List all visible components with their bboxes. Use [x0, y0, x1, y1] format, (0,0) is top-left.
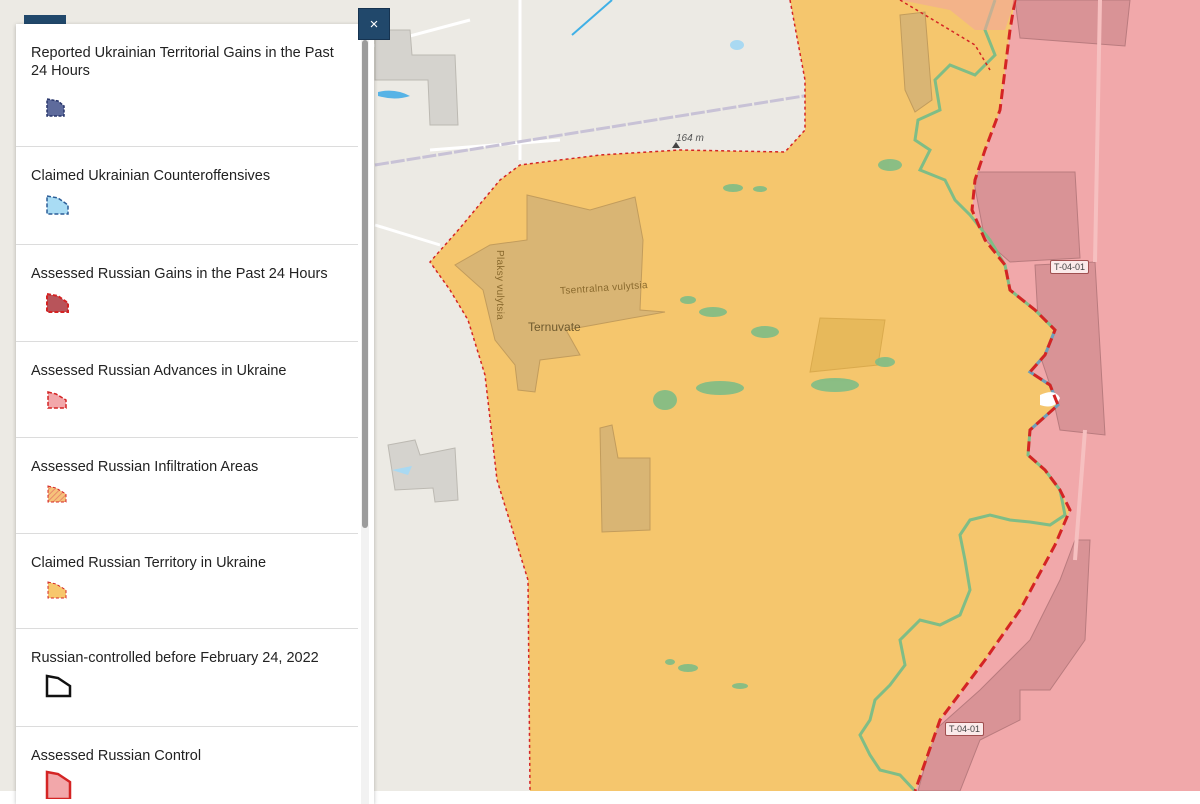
elevation-label: 164 m: [676, 133, 704, 144]
street-label-side: Plaksy vulytsia: [494, 250, 505, 321]
russian-gains-swatch-icon: [46, 292, 69, 313]
legend-scrollbar-thumb[interactable]: [362, 40, 368, 528]
legend-item-pre-2022-control: Russian-controlled before February 24, 2…: [16, 629, 358, 727]
ukrainian-counteroffensive-swatch-icon: [46, 195, 69, 215]
legend-item-label: Assessed Russian Infiltration Areas: [31, 459, 259, 475]
legend-item-label: Claimed Russian Territory in Ukraine: [31, 555, 267, 571]
field-center: [809, 317, 886, 373]
russian-control-swatch-icon: [45, 770, 72, 799]
legend-item-label: Reported Ukrainian Territorial Gains in …: [31, 45, 334, 79]
legend-item-label: Russian-controlled before February 24, 2…: [31, 650, 319, 666]
road-badge-lower: T-04-01: [945, 722, 985, 736]
legend-item-russian-gains: Assessed Russian Gains in the Past 24 Ho…: [16, 245, 358, 342]
layer-toggle-tab[interactable]: [24, 15, 66, 24]
claimed-russian-territory-swatch-icon: [47, 581, 67, 599]
legend-item-ukrainian-gains: Reported Ukrainian Territorial Gains in …: [16, 24, 358, 147]
legend-item-russian-control: Assessed Russian Control: [16, 727, 358, 804]
pond-north: [730, 40, 744, 50]
legend-item-label: Assessed Russian Gains in the Past 24 Ho…: [31, 266, 328, 282]
legend-item-claimed-russian-territory: Claimed Russian Territory in Ukraine: [16, 534, 358, 629]
russian-advances-swatch-icon: [47, 391, 67, 409]
stream-north: [571, 0, 613, 36]
ukrainian-gains-swatch-icon: [46, 98, 65, 117]
legend-item-label: Assessed Russian Control: [31, 748, 202, 764]
legend-item-label: Claimed Ukrainian Counteroffensives: [31, 168, 271, 184]
road-badge-upper: T-04-01: [1050, 260, 1090, 274]
legend-item-russian-advances: Assessed Russian Advances in Ukraine: [16, 342, 358, 438]
pond-west: [378, 90, 410, 99]
legend-item-russian-infiltration: Assessed Russian Infiltration Areas: [16, 438, 358, 534]
legend-panel: Reported Ukrainian Territorial Gains in …: [16, 24, 374, 804]
russian-infiltration-swatch-icon: [47, 485, 67, 503]
close-icon: ×: [369, 15, 379, 33]
legend-item-ukrainian-counteroffensive: Claimed Ukrainian Counteroffensives: [16, 147, 358, 245]
pre-2022-control-swatch-icon: [45, 674, 72, 698]
legend-item-label: Assessed Russian Advances in Ukraine: [31, 363, 287, 379]
settlement-block-west: [374, 29, 459, 126]
settlement-pink-north: [1014, 0, 1131, 47]
town-label: Ternuvate: [528, 320, 581, 334]
close-legend-button[interactable]: ×: [358, 8, 390, 40]
